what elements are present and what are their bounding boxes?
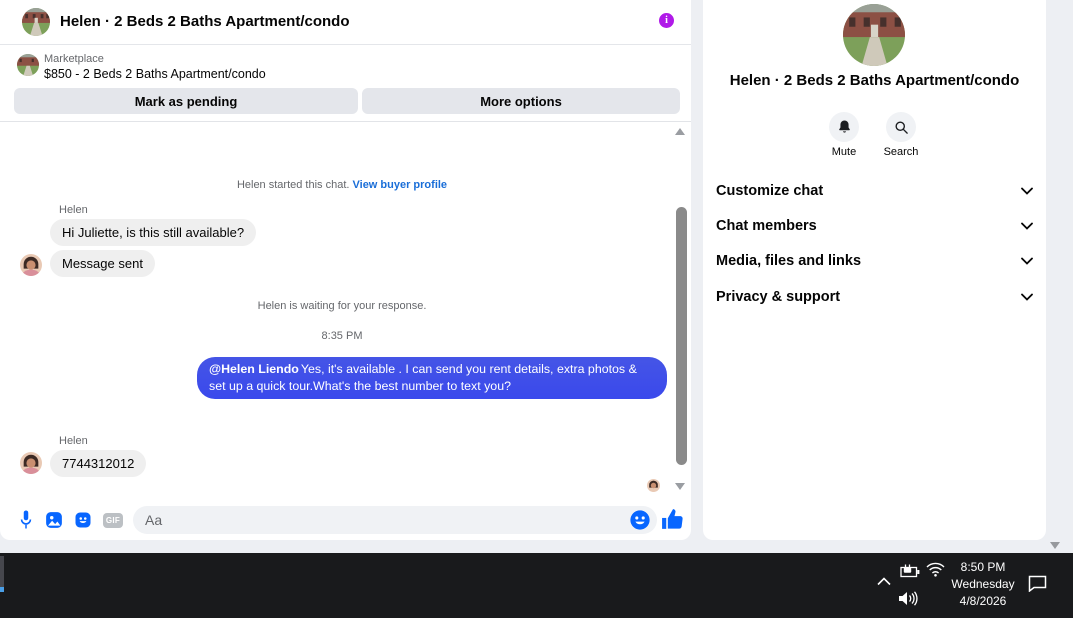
sender-name-label: Helen (59, 435, 88, 447)
divider (0, 121, 691, 122)
search-in-conversation-button[interactable]: Search (879, 112, 923, 158)
message-input[interactable] (133, 506, 657, 534)
mute-button[interactable]: Mute (822, 112, 866, 158)
message-timestamp: 8:35 PM (321, 330, 363, 342)
chevron-down-icon (1021, 293, 1033, 301)
sticker-icon[interactable] (74, 511, 92, 529)
sidebar-section-media-files-links[interactable]: Media, files and links (716, 250, 1033, 272)
clock-date: 4/8/2026 (959, 594, 1007, 608)
show-hidden-icons-chevron[interactable] (876, 576, 892, 586)
sidebar-section-privacy-support[interactable]: Privacy & support (716, 286, 1033, 308)
house-photo-icon (843, 4, 905, 66)
conversation-info-icon[interactable]: i (659, 13, 674, 28)
chat-start-text: Helen started this chat. (236, 179, 353, 191)
incoming-message-bubble[interactable]: 7744312012 (50, 450, 147, 477)
house-photo-icon (22, 8, 50, 36)
view-buyer-profile-link[interactable]: View buyer profile (353, 179, 448, 191)
listing-photo[interactable] (843, 4, 905, 66)
incoming-message-bubble[interactable]: Hi Juliette, is this still available? (50, 219, 257, 246)
listing-avatar[interactable] (22, 8, 50, 36)
clock-time: 8:50 PM (960, 560, 1006, 574)
sender-name-label: Helen (59, 204, 88, 216)
sender-avatar[interactable] (20, 254, 42, 276)
voice-message-icon[interactable] (17, 509, 35, 530)
sender-avatar[interactable] (20, 452, 42, 474)
marketplace-label: Marketplace (44, 53, 104, 65)
volume-icon[interactable] (898, 591, 919, 606)
search-label: Search (883, 146, 919, 158)
marketplace-listing-avatar[interactable] (17, 54, 39, 76)
person-photo-icon (20, 254, 42, 276)
section-label: Customize chat (716, 183, 824, 199)
sidebar-section-customize-chat[interactable]: Customize chat (716, 180, 1033, 202)
section-label: Privacy & support (716, 289, 841, 305)
chat-scroll-down-arrow[interactable] (675, 483, 685, 490)
chevron-down-icon (1021, 257, 1033, 265)
more-options-button[interactable]: More options (362, 88, 680, 114)
taskbar-edge-accent (0, 587, 4, 592)
chat-panel: Helen · 2 Beds 2 Baths Apartment/condo i… (0, 0, 691, 540)
sidebar-section-chat-members[interactable]: Chat members (716, 215, 1033, 237)
thumbs-up-icon[interactable] (660, 507, 685, 532)
chat-scroll-up-arrow[interactable] (675, 128, 685, 135)
chat-header: Helen · 2 Beds 2 Baths Apartment/condo i (0, 0, 691, 45)
listing-price-title[interactable]: $850 - 2 Beds 2 Baths Apartment/condo (44, 67, 266, 81)
conversation-info-sidebar: Helen · 2 Beds 2 Baths Apartment/condo M… (703, 0, 1046, 540)
search-icon (895, 121, 908, 134)
battery-charging-icon[interactable] (900, 564, 921, 578)
chat-scrollbar-thumb[interactable] (676, 207, 687, 465)
chat-title: Helen · 2 Beds 2 Baths Apartment/condo (60, 13, 350, 30)
action-center-icon[interactable] (1027, 574, 1047, 592)
clock-day: Wednesday (951, 577, 1015, 591)
person-photo-icon (20, 452, 42, 474)
chat-start-notice: Helen started this chat. View buyer prof… (0, 179, 684, 191)
person-photo-icon (647, 479, 660, 492)
mention-text: @Helen Liendo (209, 362, 299, 376)
mark-as-pending-button[interactable]: Mark as pending (14, 88, 358, 114)
emoji-picker-icon[interactable] (629, 509, 651, 531)
outgoing-message-bubble[interactable]: @Helen Liendo Yes, it's available . I can… (197, 357, 667, 399)
chevron-down-icon (1021, 222, 1033, 230)
section-label: Media, files and links (716, 253, 862, 269)
seen-indicator-avatar (647, 479, 660, 492)
sidebar-conversation-title: Helen · 2 Beds 2 Baths Apartment/condo (729, 72, 1020, 89)
waiting-response-notice: Helen is waiting for your response. (257, 300, 427, 312)
taskbar-edge-sliver (0, 556, 4, 589)
attach-image-icon[interactable] (45, 511, 63, 529)
house-photo-icon (17, 54, 39, 76)
section-label: Chat members (716, 218, 817, 234)
windows-taskbar: 8:50 PM Wednesday 4/8/2026 (0, 553, 1073, 618)
bell-icon (838, 120, 850, 133)
desktop-screen: Helen · 2 Beds 2 Baths Apartment/condo i… (0, 0, 1073, 618)
mute-label: Mute (831, 146, 857, 158)
gif-icon[interactable]: GIF (103, 513, 123, 528)
taskbar-clock[interactable]: 8:50 PM Wednesday 4/8/2026 (930, 559, 1036, 610)
incoming-message-bubble[interactable]: Message sent (50, 250, 155, 277)
chevron-down-icon (1021, 187, 1033, 195)
page-scroll-down-arrow[interactable] (1050, 542, 1060, 549)
